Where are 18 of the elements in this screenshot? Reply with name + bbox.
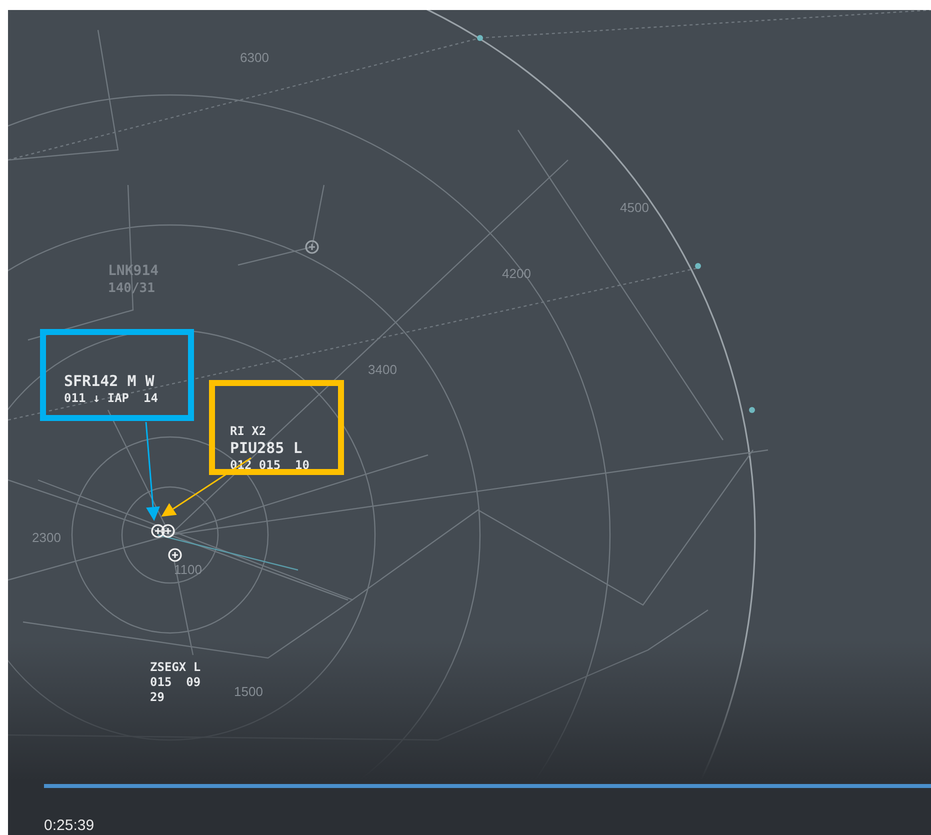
track-label-line: LNK914 [108, 263, 159, 280]
altitude-label: 4500 [620, 199, 649, 217]
playback-time: 0:25:39 [44, 816, 94, 835]
track-label-line: 011 ↓ IAP 14 [64, 390, 158, 406]
track-label-line: 015 09 [150, 675, 201, 690]
track-label-line: PIU285 L [230, 439, 304, 458]
altitude-label: 6300 [240, 49, 269, 67]
altitude-label: 3400 [368, 361, 397, 379]
altitude-label: 1500 [234, 683, 263, 701]
altitude-label: 1100 [174, 561, 202, 579]
track-label-line: 140/31 [108, 280, 156, 297]
track-label-line: SFR142 M W [64, 372, 156, 391]
altitude-label: 2300 [32, 529, 61, 547]
track-label-line: RI X2 [230, 424, 268, 439]
track-label-line: 29 [150, 690, 166, 705]
altitude-label: 4200 [502, 265, 531, 283]
aircraft-target-icon[interactable] [305, 240, 319, 254]
track-label-line: ZSEGX L [150, 660, 201, 675]
